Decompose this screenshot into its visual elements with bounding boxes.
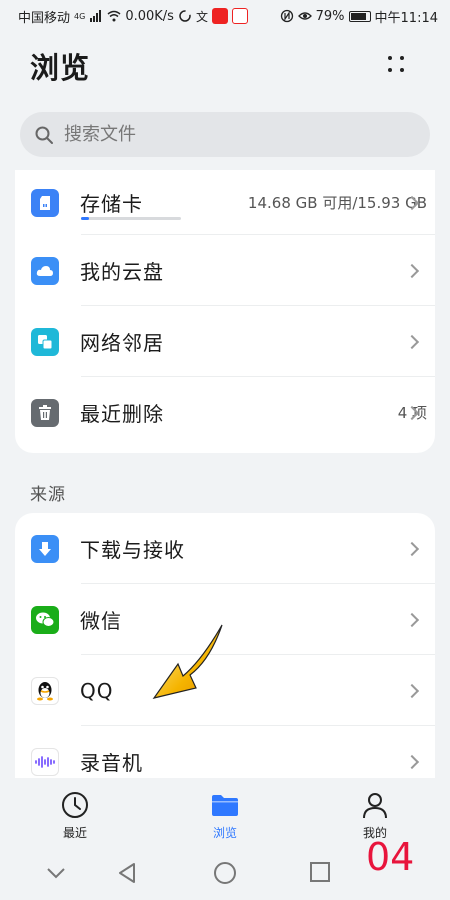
bottom-navigation: 最近 浏览 我的 (0, 778, 450, 840)
news-app-icon (231, 8, 248, 24)
list-item-recorder[interactable]: 录音机 (15, 726, 435, 778)
chevron-right-icon (404, 612, 420, 627)
eye-care-icon (297, 12, 312, 20)
tab-label: 浏览 (212, 826, 237, 840)
tab-label: 最近 (62, 826, 87, 840)
storage-usage-bar (81, 217, 181, 220)
hide-nav-icon[interactable] (46, 867, 66, 879)
tab-browse[interactable]: 浏览 (185, 790, 265, 841)
storage-capacity: 14.68 GB 可用/15.93 GB (247, 194, 427, 212)
search-input[interactable] (64, 124, 364, 145)
trash-icon (31, 398, 59, 427)
wifi-icon (107, 10, 121, 22)
search-icon (35, 126, 53, 144)
home-button[interactable] (213, 861, 237, 885)
back-button[interactable] (116, 861, 140, 885)
tab-recent[interactable]: 最近 (35, 790, 115, 841)
app-notification-icon (211, 8, 228, 24)
recents-button[interactable] (309, 861, 331, 883)
battery-percent: 79% (315, 8, 345, 24)
chevron-right-icon (404, 683, 420, 698)
download-icon (31, 534, 59, 563)
tab-mine[interactable]: 我的 (335, 790, 415, 841)
list-item-recently-deleted[interactable]: 最近删除 4 项 (15, 377, 435, 448)
folder-icon (212, 795, 238, 816)
clock-icon (62, 792, 88, 818)
list-item-network[interactable]: 网络邻居 (15, 306, 435, 377)
chevron-right-icon (404, 754, 420, 769)
list-item-label: 录音机 (80, 751, 143, 775)
list-item-label: 下载与接收 (80, 538, 185, 562)
section-title-sources: 来源 (30, 485, 66, 505)
network-neighbor-icon (31, 327, 59, 356)
list-item-label: 存储卡 (80, 192, 143, 216)
cloud-icon (31, 256, 59, 285)
search-bar[interactable] (20, 112, 430, 157)
person-icon (363, 793, 387, 819)
chevron-right-icon (404, 334, 420, 349)
pointer-arrow-icon (152, 624, 223, 699)
carrier-text: 中国移动 (18, 10, 71, 26)
recorder-icon (31, 747, 59, 776)
status-bar: 中国移动 4G 0.00K/s 文 79% 中午11:14 (0, 0, 450, 32)
clock-time: 中午11:14 (374, 10, 438, 26)
list-item-label: 我的云盘 (80, 260, 164, 284)
qq-icon (31, 676, 59, 705)
list-item-label: QQ (80, 678, 114, 703)
list-item-label: 最近删除 (80, 402, 164, 426)
more-options-button[interactable] (382, 52, 412, 76)
list-item-label: 微信 (80, 609, 122, 633)
list-item-label: 网络邻居 (80, 331, 164, 355)
sync-icon (179, 10, 191, 22)
battery-icon (348, 10, 371, 22)
network-type: 4G (74, 11, 86, 21)
list-item-downloads[interactable]: 下载与接收 (15, 513, 435, 584)
network-speed: 0.00K/s (125, 8, 174, 24)
chevron-right-icon (404, 541, 420, 556)
nfc-icon (280, 9, 293, 23)
chevron-right-icon (404, 263, 420, 278)
signal-icon (90, 10, 102, 22)
step-number-overlay: 04 (366, 835, 415, 879)
list-item-cloud[interactable]: 我的云盘 (15, 235, 435, 306)
wechat-icon (31, 605, 59, 634)
page-title: 浏览 (30, 51, 91, 85)
list-item-sd-card[interactable]: 存储卡 14.68 GB 可用/15.93 GB (15, 170, 435, 235)
storage-card: 存储卡 14.68 GB 可用/15.93 GB 我的云盘 网络邻居 最近删除 … (15, 170, 435, 453)
sd-card-icon (31, 188, 59, 217)
notification-text-icon: 文 (195, 9, 208, 24)
